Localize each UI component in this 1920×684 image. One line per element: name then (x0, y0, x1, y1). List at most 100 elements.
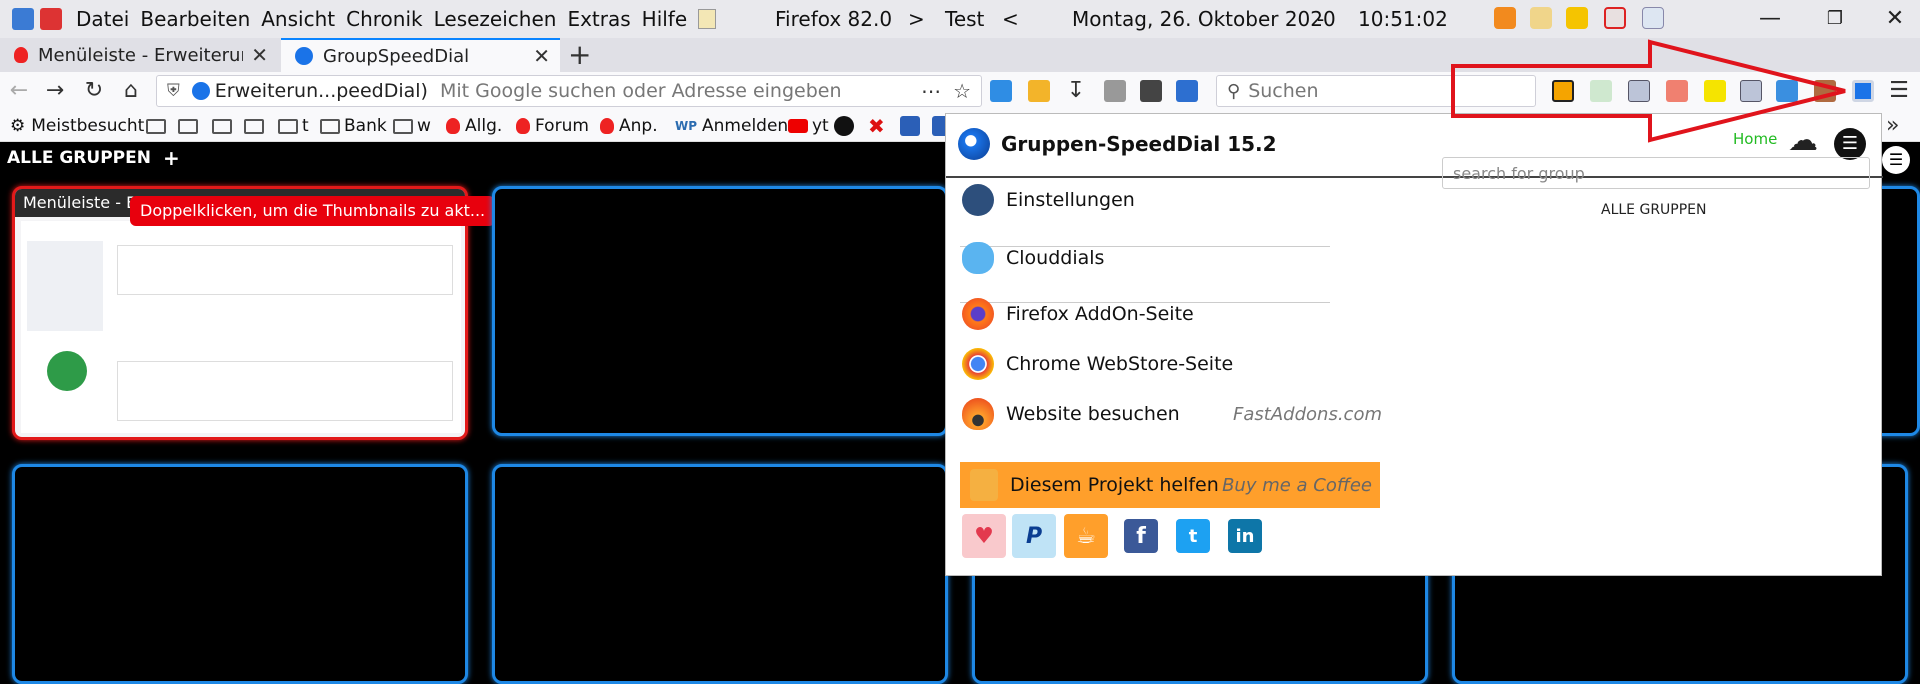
speed-dial-tile[interactable] (12, 464, 468, 684)
bookmark-folder[interactable] (178, 115, 202, 137)
new-tab-button[interactable]: + (568, 38, 591, 72)
x-icon: ✖ (868, 114, 885, 138)
bookmark-allg[interactable]: Allg. (446, 115, 502, 137)
bookmark-t[interactable]: t (278, 115, 309, 137)
linkedin-icon[interactable]: in (1228, 519, 1262, 553)
calendar-icon[interactable] (40, 8, 62, 30)
search-input[interactable]: Suchen (1248, 80, 1318, 102)
page-actions-icon[interactable]: ⋯ (921, 79, 941, 103)
url-input[interactable]: Mit Google suchen oder Adresse eingeben (440, 80, 842, 102)
css-icon[interactable] (1566, 7, 1588, 29)
thumbnail-sidebar (27, 241, 103, 331)
notepad-icon[interactable] (698, 9, 717, 29)
tab-menueleiste[interactable]: Menüleiste - Erweiterungen ✕ (0, 38, 278, 72)
menu-item-addon-page[interactable]: Firefox AddOn-Seite (962, 288, 1194, 340)
donate-hearts-icon[interactable]: ♥ (962, 514, 1006, 558)
tab-groupspeeddial[interactable]: GroupSpeedDial ✕ (281, 38, 560, 72)
menu-bearbeiten[interactable]: Bearbeiten (140, 7, 261, 31)
bookmark-anmelden[interactable]: WP Anmelden (675, 115, 788, 137)
tab-label: GroupSpeedDial (323, 45, 470, 67)
speed-dial-tile[interactable] (492, 186, 948, 436)
url-bar[interactable]: ⛨ Erweiterun...peedDial) Mit Google such… (156, 75, 982, 107)
speed-dial-tile[interactable] (492, 464, 948, 684)
menu-datei[interactable]: Datei (76, 7, 140, 31)
open-folder-icon[interactable] (1028, 80, 1050, 102)
reload-icon[interactable]: ↻ (79, 76, 109, 106)
folder-icon (278, 118, 298, 134)
folder-icon[interactable] (990, 80, 1012, 102)
fire-icon (962, 398, 994, 430)
bookmark-folder[interactable] (212, 115, 236, 137)
folder-icon (146, 118, 166, 134)
puzzle-icon[interactable] (1104, 80, 1126, 102)
bookmark-label: yt (812, 116, 829, 136)
gj-icon[interactable] (1604, 7, 1626, 29)
layout-icon[interactable] (1176, 80, 1198, 102)
menu-item-website[interactable]: Website besuchen FastAddons.com (962, 388, 1382, 440)
group-list-item[interactable]: ALLE GRUPPEN (1601, 202, 1707, 218)
menu-extras[interactable]: Extras (567, 7, 641, 31)
forward-icon[interactable]: → (40, 76, 70, 106)
bookmark-star-icon[interactable]: ☆ (953, 79, 971, 103)
menu-ansicht[interactable]: Ansicht (261, 7, 346, 31)
bookmark-label: Anmelden (702, 116, 789, 136)
menu-item-einstellungen[interactable]: Einstellungen (962, 174, 1135, 226)
bookmark-w[interactable]: w (393, 115, 431, 137)
groups-bar: ALLE GRUPPEN + (0, 143, 180, 173)
maximize-icon[interactable]: ❐ (1820, 4, 1850, 34)
menu-item-webstore[interactable]: Chrome WebStore-Seite (962, 338, 1233, 390)
group-tab-alle[interactable]: ALLE GRUPPEN (7, 148, 151, 168)
wordpress-icon: WP (675, 119, 698, 133)
bookmark-x[interactable]: ✖ (868, 114, 885, 138)
menu-item-label: Firefox AddOn-Seite (1006, 303, 1194, 325)
shield-icon[interactable]: ⛨ (167, 81, 180, 101)
menu-item-clouddials[interactable]: Clouddials (962, 232, 1104, 284)
close-window-icon[interactable]: ✕ (1880, 4, 1910, 34)
bookmark-forum[interactable]: Forum (516, 115, 589, 137)
facebook-icon[interactable]: f (1124, 519, 1158, 553)
bookmark-github[interactable] (834, 115, 854, 137)
folder-icon (320, 118, 340, 134)
search-icon: ⚲ (1227, 80, 1241, 102)
wrench-icon (962, 184, 994, 216)
bookmark-yt[interactable]: yt (788, 115, 829, 137)
bookmark-cb[interactable] (900, 115, 920, 137)
bookmark-anp[interactable]: Anp. (600, 115, 658, 137)
chrome-icon (962, 348, 994, 380)
brush-icon[interactable] (1530, 7, 1552, 29)
menu-chronik[interactable]: Chronik (346, 7, 433, 31)
download-icon[interactable]: ↧ (1061, 76, 1091, 106)
flame-icon (446, 118, 460, 134)
coffee-icon[interactable]: ☕ (1064, 514, 1108, 558)
back-icon[interactable]: ← (4, 76, 34, 106)
youtube-icon (788, 119, 808, 133)
coffee-label: Buy me a Coffee (1222, 474, 1372, 496)
menu-item-label: Diesem Projekt helfen (1010, 474, 1219, 496)
bookmark-label: t (302, 116, 309, 136)
document-edit-icon[interactable] (1642, 7, 1664, 29)
minimize-icon[interactable]: — (1755, 4, 1785, 34)
sync-icon[interactable] (1494, 7, 1516, 29)
page-menu-icon[interactable]: ☰ (1882, 146, 1910, 174)
add-group-button[interactable]: + (163, 146, 180, 170)
menu-hilfe[interactable]: Hilfe (642, 7, 699, 31)
menu-item-help[interactable]: Diesem Projekt helfen Buy me a Coffee (960, 462, 1380, 508)
clapperboard-icon[interactable] (1140, 80, 1162, 102)
bookmark-folder[interactable] (146, 115, 170, 137)
site-identity[interactable]: Erweiterun...peedDial) (191, 80, 428, 102)
home-icon[interactable]: ⌂ (116, 76, 146, 106)
close-tab-icon[interactable]: ✕ (251, 43, 268, 67)
bookmark-bank[interactable]: Bank (320, 115, 387, 137)
bookmark-meistbesucht[interactable]: ⚙ Meistbesucht (10, 115, 144, 137)
group-search-input[interactable]: search for group (1442, 157, 1870, 189)
time-display: 10:51:02 (1358, 7, 1448, 31)
paypal-icon[interactable]: P (1012, 514, 1056, 558)
cloud-icon (962, 242, 994, 274)
twitter-icon[interactable]: t (1176, 519, 1210, 553)
bookmark-label: Forum (535, 116, 589, 136)
close-tab-icon[interactable]: ✕ (533, 44, 550, 68)
firefox-window-icon[interactable] (12, 8, 34, 30)
camp-firefox-icon (14, 47, 28, 63)
menu-lesezeichen[interactable]: Lesezeichen (434, 7, 568, 31)
bookmark-folder[interactable] (244, 115, 268, 137)
